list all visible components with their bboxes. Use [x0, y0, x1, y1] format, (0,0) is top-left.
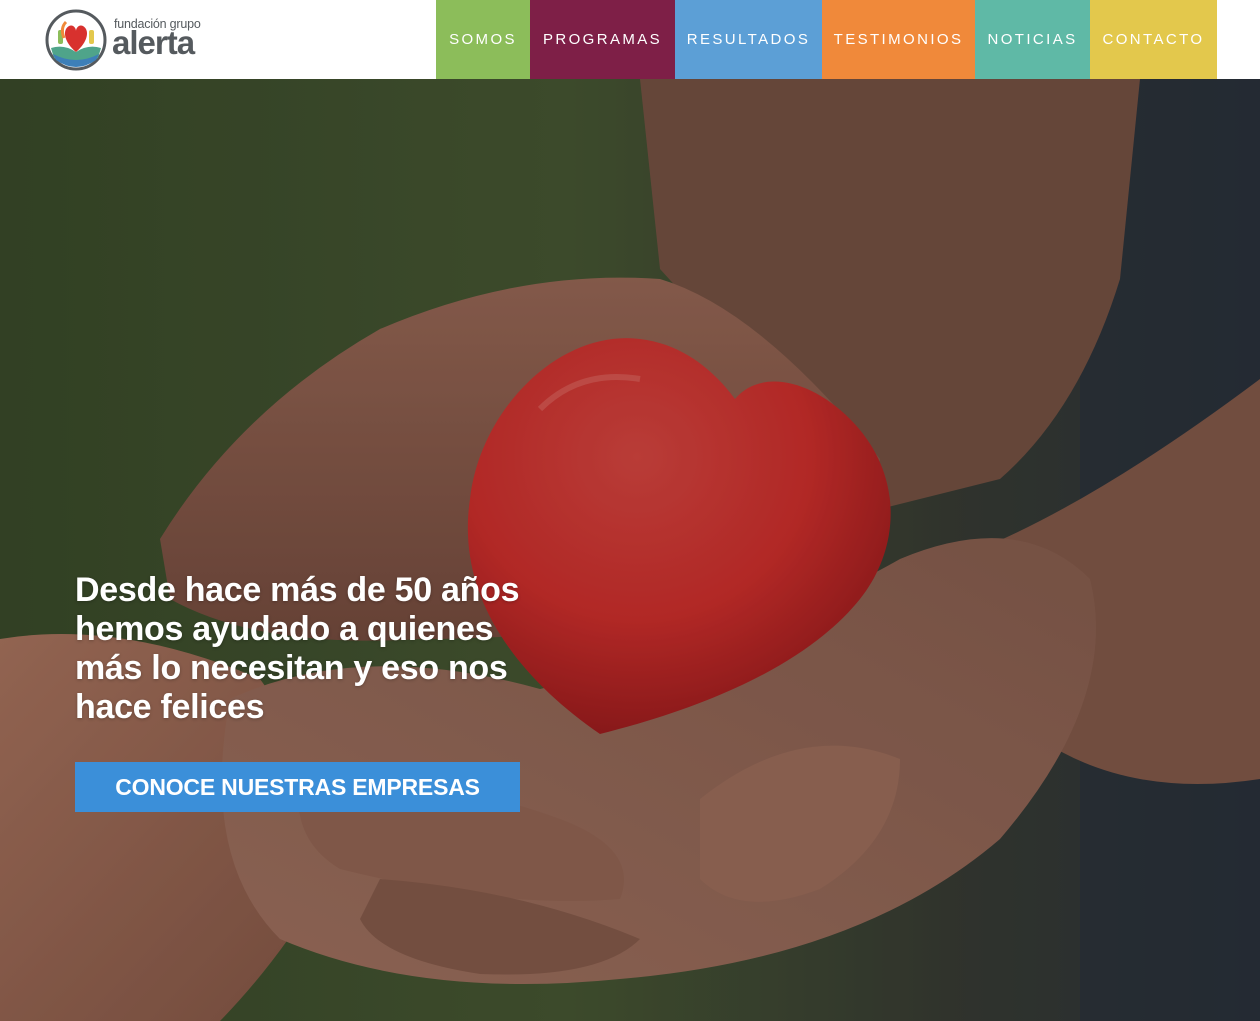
page: fundación grupo alerta SOMOS PROGRAMAS R… [0, 0, 1260, 1021]
hero-photo [0, 79, 1260, 1021]
conoce-nuestras-empresas-button[interactable]: CONOCE NUESTRAS EMPRESAS [75, 762, 520, 812]
nav-item-programas[interactable]: PROGRAMAS [530, 0, 675, 79]
hero-section: Desde hace más de 50 años hemos ayudado … [0, 79, 1260, 1021]
hero-heading: Desde hace más de 50 años hemos ayudado … [75, 571, 520, 726]
nav-item-resultados[interactable]: RESULTADOS [675, 0, 822, 79]
logo-link[interactable]: fundación grupo alerta [44, 8, 214, 72]
nav-item-contacto[interactable]: CONTACTO [1090, 0, 1217, 79]
main-nav: SOMOS PROGRAMAS RESULTADOS TESTIMONIOS N… [436, 0, 1217, 79]
nav-item-testimonios[interactable]: TESTIMONIOS [822, 0, 975, 79]
logo-wordmark: alerta [112, 24, 195, 61]
nav-item-noticias[interactable]: NOTICIAS [975, 0, 1090, 79]
nav-item-somos[interactable]: SOMOS [436, 0, 530, 79]
site-header: fundación grupo alerta SOMOS PROGRAMAS R… [0, 0, 1260, 79]
heart-logo-icon [45, 9, 107, 71]
